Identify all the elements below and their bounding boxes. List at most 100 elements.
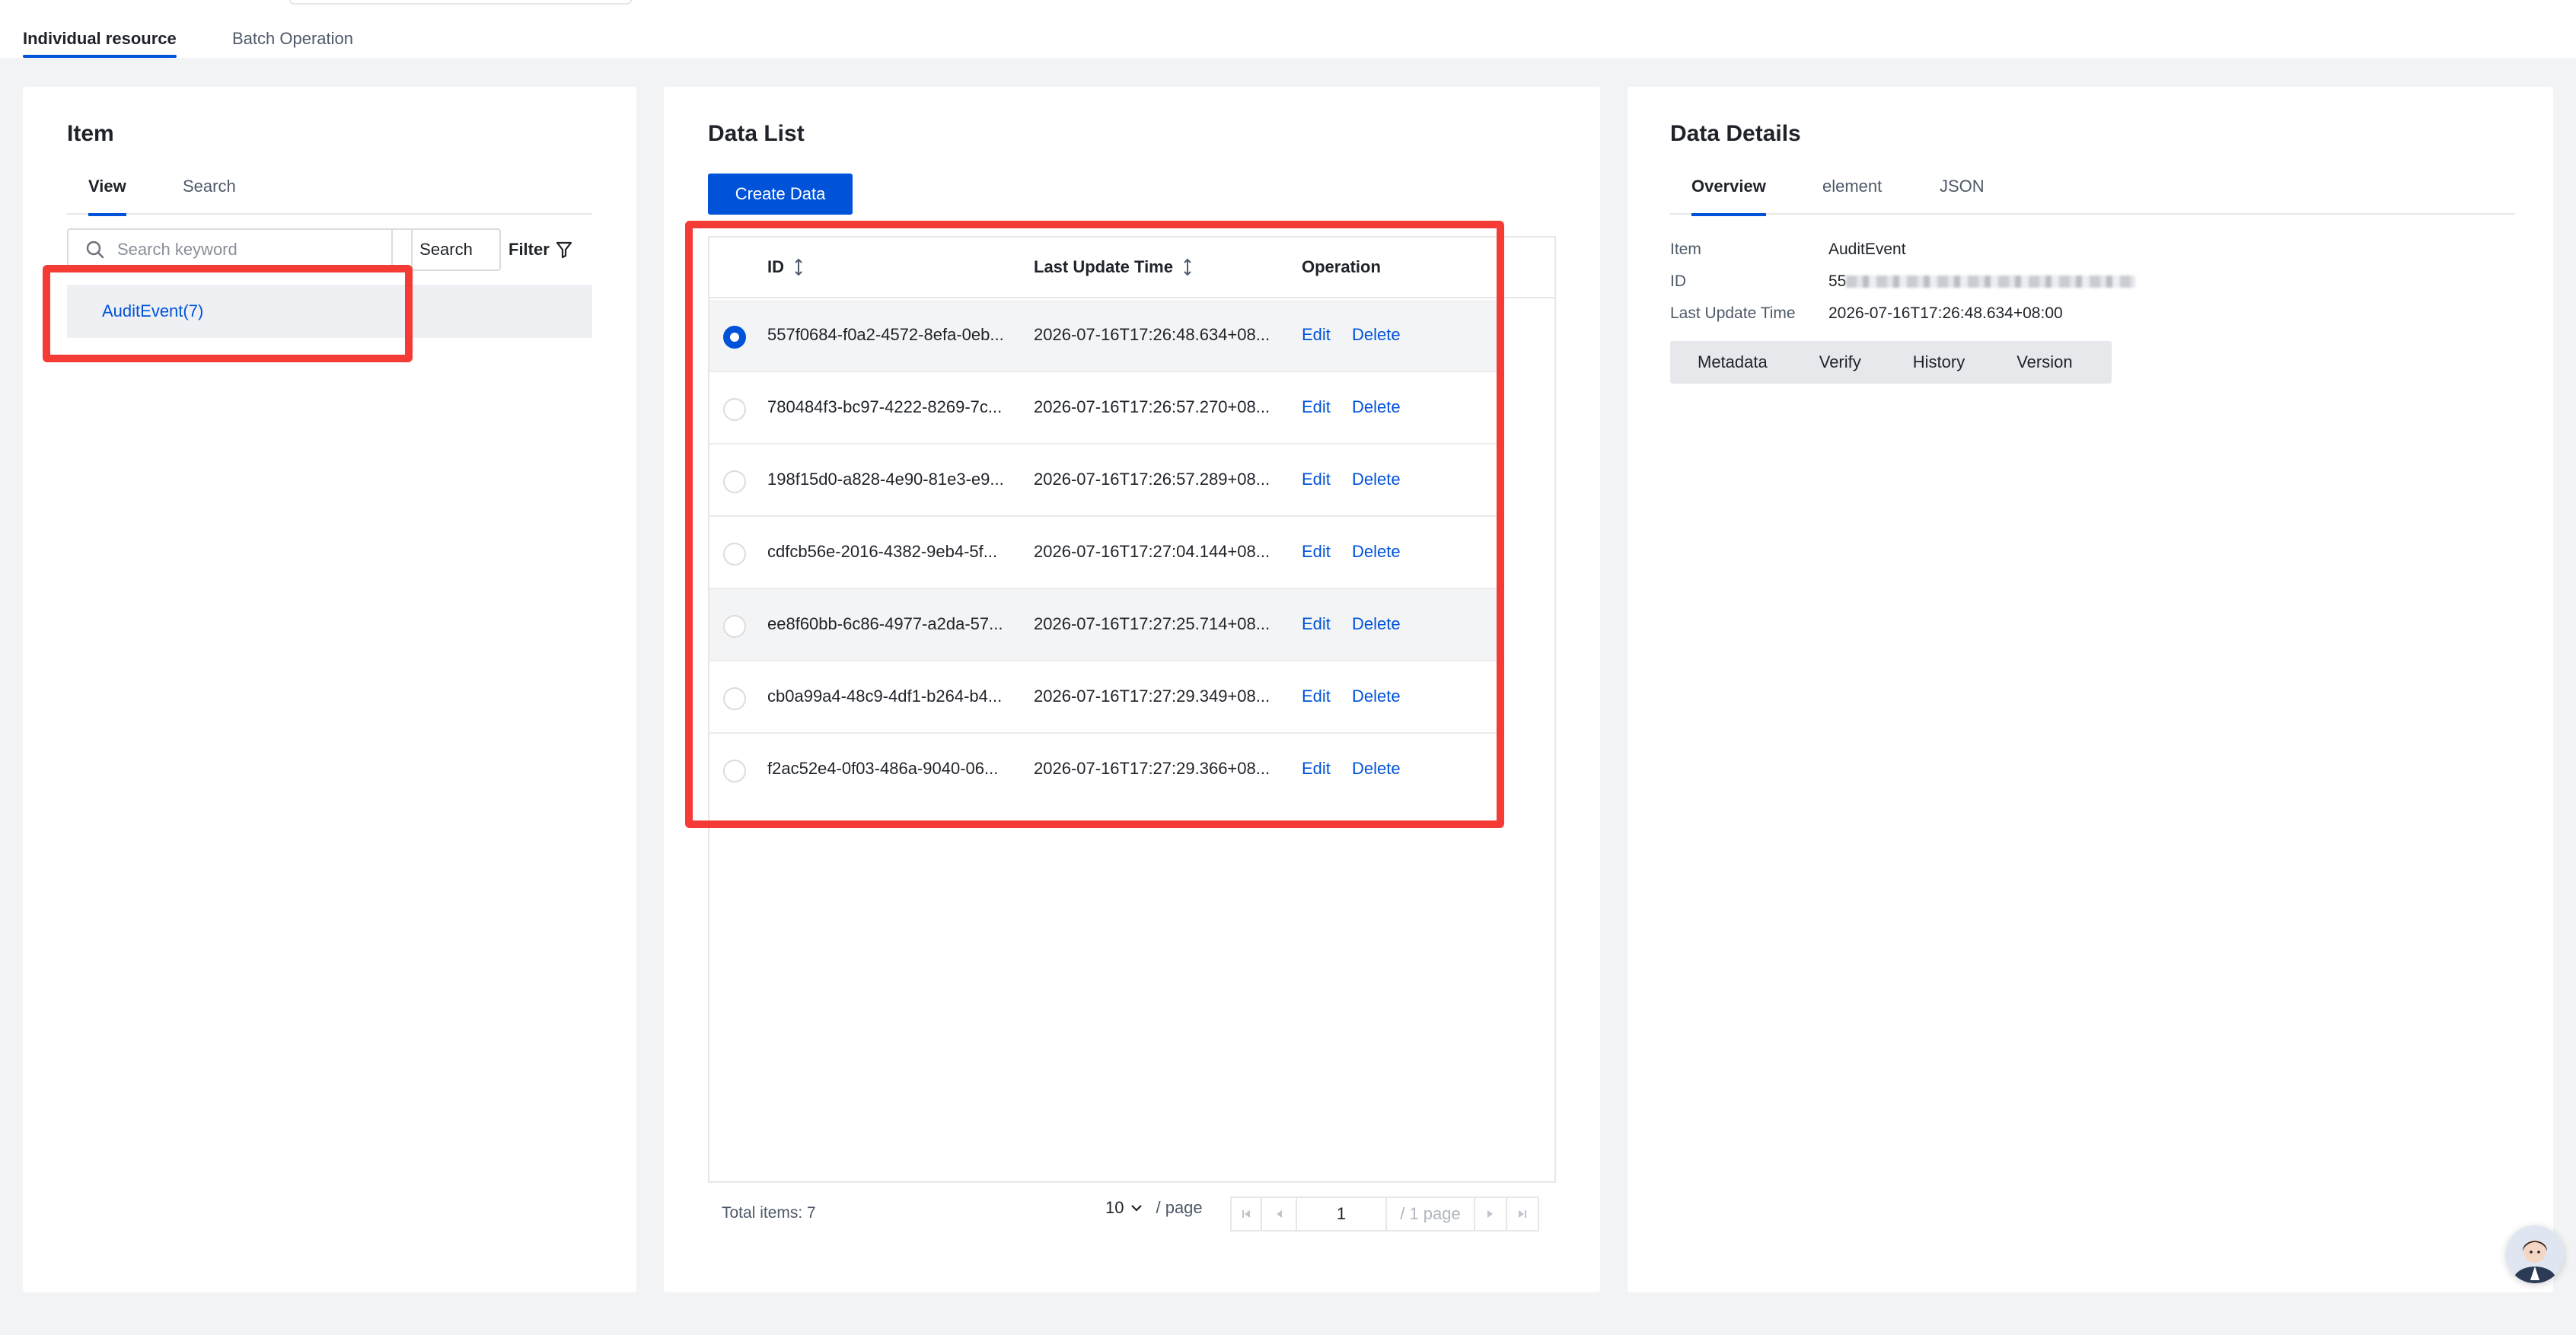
page-total: / 1 page	[1385, 1196, 1475, 1231]
page-size-unit: / page	[1156, 1198, 1203, 1217]
delete-link[interactable]: Delete	[1352, 759, 1401, 779]
row-radio[interactable]	[723, 470, 746, 493]
cell-time: 2026-07-16T17:27:29.366+08...	[1034, 759, 1270, 778]
table-row[interactable]: 780484f3-bc97-4222-8269-7c... 2026-07-16…	[709, 372, 1501, 444]
detail-time-value: 2026-07-16T17:26:48.634+08:00	[1828, 304, 2063, 322]
row-radio[interactable]	[723, 398, 746, 421]
table-row[interactable]: 557f0684-f0a2-4572-8efa-0eb... 2026-07-1…	[709, 300, 1501, 372]
segment-version[interactable]: Version	[2016, 352, 2072, 372]
redacted-id	[1846, 276, 2136, 288]
next-page-icon	[1487, 1210, 1493, 1218]
data-details-panel	[1628, 87, 2553, 1292]
segment-verify[interactable]: Verify	[1819, 352, 1861, 372]
filter-icon	[556, 241, 572, 259]
page-size-value: 10	[1105, 1198, 1124, 1217]
cell-time: 2026-07-16T17:26:48.634+08...	[1034, 325, 1270, 344]
search-placeholder: Search keyword	[117, 240, 238, 259]
tab-element[interactable]: element	[1822, 177, 1882, 215]
detail-item-label: Item	[1670, 241, 1701, 258]
search-icon	[86, 241, 104, 259]
list-item-auditevent[interactable]: AuditEvent(7)	[67, 285, 592, 338]
details-tabs: Overview element JSON	[1670, 177, 2515, 216]
detail-time-label: Last Update Time	[1670, 304, 1796, 322]
delete-link[interactable]: Delete	[1352, 614, 1401, 634]
cell-id: 780484f3-bc97-4222-8269-7c...	[767, 397, 1003, 416]
column-time-label: Last Update Time	[1034, 257, 1173, 276]
item-panel-title: Item	[67, 121, 114, 146]
table-row[interactable]: cdfcb56e-2016-4382-9eb4-5f... 2026-07-16…	[709, 517, 1501, 589]
table-row[interactable]: ee8f60bb-6c86-4977-a2da-57... 2026-07-16…	[709, 589, 1501, 661]
cell-id: 557f0684-f0a2-4572-8efa-0eb...	[767, 325, 1004, 344]
detail-id-value: 55	[1828, 272, 2136, 291]
column-last-update-time[interactable]: Last Update Time	[1034, 257, 1193, 277]
delete-link[interactable]: Delete	[1352, 397, 1401, 417]
last-page-icon	[1519, 1210, 1526, 1218]
edit-link[interactable]: Edit	[1302, 614, 1331, 634]
data-details-title: Data Details	[1670, 121, 1801, 146]
search-input[interactable]: Search keyword	[67, 228, 413, 271]
row-radio[interactable]	[723, 543, 746, 566]
table-row[interactable]: cb0a99a4-48c9-4df1-b264-b4... 2026-07-16…	[709, 661, 1501, 734]
row-radio[interactable]	[723, 760, 746, 782]
table-header: ID Last Update Time Operation	[709, 237, 1554, 298]
edit-link[interactable]: Edit	[1302, 759, 1331, 779]
cell-id: cb0a99a4-48c9-4df1-b264-b4...	[767, 687, 1003, 706]
top-input-stub	[289, 0, 632, 5]
edit-link[interactable]: Edit	[1302, 325, 1331, 345]
tab-individual-resource[interactable]: Individual resource	[23, 27, 177, 58]
tab-search[interactable]: Search	[183, 177, 236, 215]
prev-page-icon	[1277, 1210, 1282, 1218]
current-page-input[interactable]: 1	[1296, 1196, 1387, 1231]
create-data-button[interactable]: Create Data	[708, 174, 853, 215]
cell-time: 2026-07-16T17:27:04.144+08...	[1034, 542, 1270, 561]
column-operation: Operation	[1302, 257, 1381, 277]
table-row[interactable]: 198f15d0-a828-4e90-81e3-e9... 2026-07-16…	[709, 444, 1501, 517]
delete-link[interactable]: Delete	[1352, 542, 1401, 562]
search-button[interactable]: Search	[391, 228, 501, 271]
total-items: Total items: 7	[722, 1204, 816, 1222]
delete-link[interactable]: Delete	[1352, 470, 1401, 489]
next-page-button[interactable]	[1474, 1196, 1507, 1231]
first-page-icon	[1242, 1210, 1250, 1218]
segment-metadata[interactable]: Metadata	[1698, 352, 1768, 372]
page-size-select[interactable]: 10 / page	[1105, 1198, 1203, 1218]
data-table: ID Last Update Time Operation 557f0684-f…	[708, 236, 1556, 1183]
edit-link[interactable]: Edit	[1302, 542, 1331, 562]
filter-label: Filter	[509, 240, 550, 259]
cell-id: 198f15d0-a828-4e90-81e3-e9...	[767, 470, 1004, 489]
filter-button[interactable]: Filter	[509, 228, 572, 271]
row-radio[interactable]	[723, 615, 746, 638]
delete-link[interactable]: Delete	[1352, 325, 1401, 345]
segment-history[interactable]: History	[1913, 352, 1965, 372]
sort-icon	[1184, 258, 1191, 276]
last-page-button[interactable]	[1506, 1196, 1539, 1231]
tab-view[interactable]: View	[88, 177, 126, 216]
row-radio[interactable]	[723, 687, 746, 710]
sort-icon	[795, 258, 802, 276]
table-row[interactable]: f2ac52e4-0f03-486a-9040-06... 2026-07-16…	[709, 734, 1501, 806]
cell-id: f2ac52e4-0f03-486a-9040-06...	[767, 759, 999, 778]
tab-overview[interactable]: Overview	[1691, 177, 1766, 216]
edit-link[interactable]: Edit	[1302, 470, 1331, 489]
row-radio[interactable]	[723, 326, 746, 349]
detail-item-value: AuditEvent	[1828, 241, 1906, 258]
tab-json[interactable]: JSON	[1940, 177, 1985, 215]
column-operation-label: Operation	[1302, 257, 1381, 276]
detail-id-prefix: 55	[1828, 272, 1847, 290]
top-bar: Individual resource Batch Operation	[0, 0, 2576, 58]
column-id[interactable]: ID	[767, 257, 804, 277]
column-id-label: ID	[767, 257, 784, 276]
delete-link[interactable]: Delete	[1352, 687, 1401, 706]
cell-time: 2026-07-16T17:26:57.289+08...	[1034, 470, 1270, 489]
first-page-button[interactable]	[1230, 1196, 1262, 1231]
edit-link[interactable]: Edit	[1302, 687, 1331, 706]
cell-time: 2026-07-16T17:26:57.270+08...	[1034, 397, 1270, 416]
tab-batch-operation[interactable]: Batch Operation	[232, 27, 353, 58]
avatar[interactable]	[2506, 1225, 2564, 1283]
chevron-down-icon	[1131, 1205, 1143, 1212]
details-segment-control: Metadata Verify History Version	[1670, 341, 2112, 384]
edit-link[interactable]: Edit	[1302, 397, 1331, 417]
detail-id-label: ID	[1670, 272, 1686, 290]
item-tabs: View Search	[67, 177, 592, 216]
prev-page-button[interactable]	[1261, 1196, 1297, 1231]
